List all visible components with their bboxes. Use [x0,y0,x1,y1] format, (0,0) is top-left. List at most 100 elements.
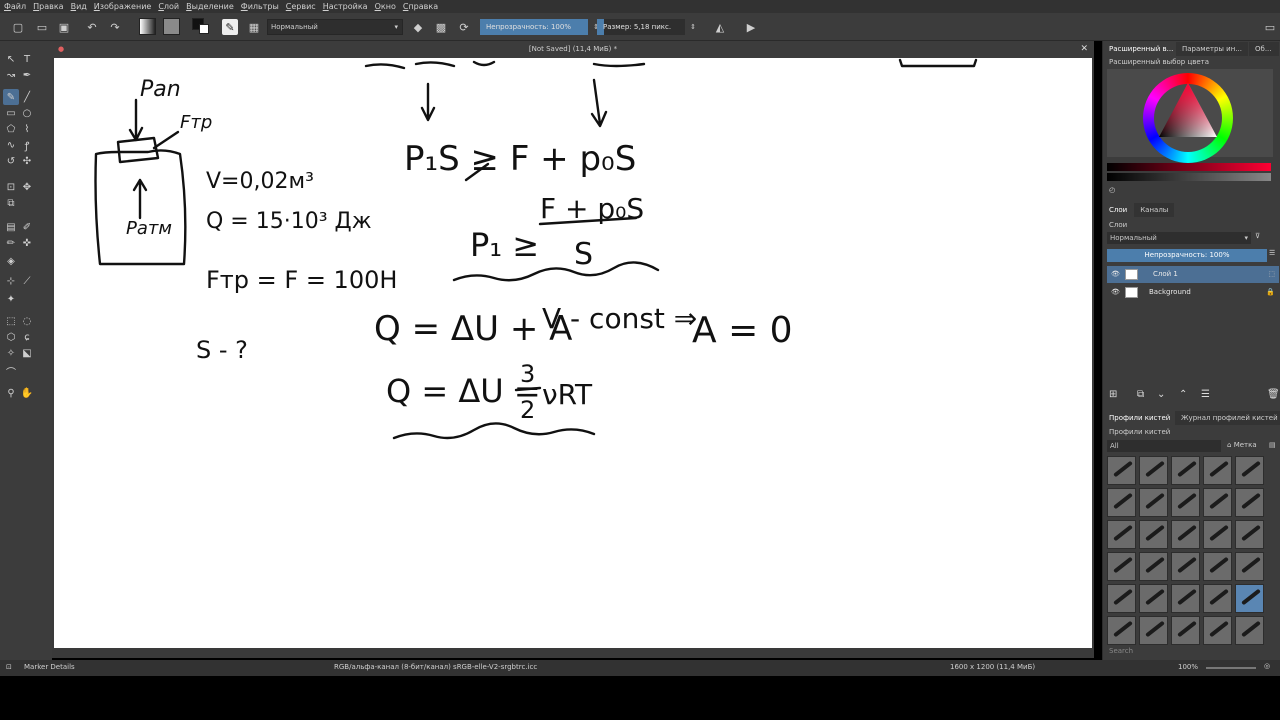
brush-preset-tile[interactable] [1107,520,1136,549]
brush-preset-tile[interactable] [1235,584,1264,613]
brush-tag-button[interactable]: ⌂ Метка [1227,441,1257,449]
pan-tool-icon[interactable]: ✋ [19,385,35,401]
brush-preset-tile[interactable] [1107,552,1136,581]
brush-preset-tile[interactable] [1171,616,1200,645]
background-color-swatch[interactable] [199,24,209,34]
color-picker-icon[interactable]: ✐ [19,219,35,235]
add-layer-icon[interactable]: ⊞ [1109,389,1117,400]
menu-view[interactable]: Вид [71,2,87,11]
layer-blend-select[interactable]: Нормальный ▾ [1107,232,1251,244]
brush-preset-tile[interactable] [1171,584,1200,613]
brush-preset-tile[interactable] [1107,488,1136,517]
close-document-icon[interactable]: ✕ [1080,41,1088,58]
move-up-icon[interactable]: ⌃ [1179,389,1187,400]
drawing-canvas[interactable]: Pan Fтр Pатм V=0,02м³ Q = 15·10³ Дж Fтр … [54,58,1092,648]
menu-help[interactable]: Справка [403,2,438,11]
brush-preset-tile[interactable] [1235,552,1264,581]
move-tool-icon[interactable]: ✥ [19,179,35,195]
menu-tools[interactable]: Сервис [286,2,316,11]
new-document-icon[interactable]: ▢ [10,19,26,35]
reload-preset-icon[interactable]: ⟳ [456,19,472,35]
visibility-eye-icon[interactable]: 👁 [1111,284,1120,301]
transform-tool-icon[interactable]: ⧉ [3,195,19,211]
tab-advanced-color[interactable]: Расширенный в... [1103,42,1175,56]
tab-layers[interactable]: Слои [1103,203,1134,217]
freehand-path-icon[interactable]: ꝭ [19,137,35,153]
layer-lock-icon[interactable]: 🔒 [1266,284,1275,301]
tab-brush-history[interactable]: Журнал профилей кистей [1175,411,1280,425]
smart-patch-icon[interactable]: ✜ [19,235,35,251]
select-shapes-icon[interactable]: ↖ [3,51,19,67]
polygon-select-icon[interactable]: ⬡ [3,329,19,345]
open-document-icon[interactable]: ▭ [34,19,50,35]
rotate-icon[interactable]: ◎ [1264,662,1270,670]
similar-select-icon[interactable]: ⬕ [19,345,35,361]
save-icon[interactable]: ▣ [56,19,72,35]
brush-preset-tile[interactable] [1203,456,1232,485]
brush-preset-tile[interactable] [1139,488,1168,517]
brush-preset-tile[interactable] [1171,456,1200,485]
brush-preset-tile[interactable] [1139,616,1168,645]
opacity-slider[interactable]: Непрозрачность: 100% [480,19,588,35]
brush-preset-tile[interactable] [1203,552,1232,581]
value-slider[interactable] [1107,163,1271,171]
colorize-mask-icon[interactable]: ✏ [3,235,19,251]
measure-tool-icon[interactable]: ⟋ [19,273,35,289]
rect-select-icon[interactable]: ⬚ [3,313,19,329]
brush-preset-tile[interactable] [1203,488,1232,517]
grid-icon[interactable]: ▦ [246,19,262,35]
tab-channels[interactable]: Каналы [1134,203,1175,217]
menu-file[interactable]: Файл [4,2,26,11]
bezier-tool-icon[interactable]: ∿ [3,137,19,153]
redo-icon[interactable]: ↷ [107,19,123,35]
size-stepper-icon[interactable]: ⇕ [685,19,701,35]
layer-row-background[interactable]: 👁 Background 🔒 [1107,284,1279,301]
eraser-mode-icon[interactable]: ◆ [410,19,426,35]
pattern-swatch[interactable] [163,18,180,35]
blend-mode-select[interactable]: Нормальный ▾ [267,19,403,35]
brush-preset-tile[interactable] [1171,488,1200,517]
layer-opacity-slider[interactable]: Непрозрачность: 100% [1107,249,1267,262]
rectangle-tool-icon[interactable]: ▭ [3,105,19,121]
alpha-lock-icon[interactable]: ▩ [433,19,449,35]
tab-overview[interactable]: Об... [1249,42,1279,56]
move-down-icon[interactable]: ⌄ [1157,389,1165,400]
brush-preset-tile[interactable] [1139,584,1168,613]
brush-tag-filter[interactable]: All [1107,440,1221,452]
zoom-tool-icon[interactable]: ⚲ [3,385,19,401]
duplicate-layer-icon[interactable]: ⧉ [1137,389,1144,400]
saturation-triangle[interactable] [1155,81,1221,141]
undo-icon[interactable]: ↶ [84,19,100,35]
zoom-slider[interactable] [1206,667,1256,669]
polygon-tool-icon[interactable]: ⬠ [3,121,19,137]
menu-layer[interactable]: Слой [158,2,179,11]
mirror-vertical-icon[interactable]: ▶ [743,19,759,35]
line-tool-icon[interactable]: ╱ [19,89,35,105]
tab-tool-options[interactable]: Параметры ин... [1176,42,1248,56]
gradient-tool-icon[interactable]: ▤ [3,219,19,235]
brush-view-icon[interactable]: ▤ [1269,441,1276,449]
polyline-tool-icon[interactable]: ⌇ [19,121,35,137]
hue-ring[interactable] [1143,73,1233,163]
ellipse-tool-icon[interactable]: ○ [19,105,35,121]
crop-tool-icon[interactable]: ⊡ [3,179,19,195]
brush-preset-tile[interactable] [1107,584,1136,613]
brush-preset-tile[interactable] [1171,520,1200,549]
menu-settings[interactable]: Настройка [323,2,368,11]
layer-lock-icon[interactable]: ⬚ [1268,266,1275,283]
brush-preset-tile[interactable] [1235,616,1264,645]
brush-preset-tile[interactable] [1171,552,1200,581]
layer-properties-icon[interactable]: ☰ [1269,249,1275,257]
menu-select[interactable]: Выделение [186,2,234,11]
contiguous-select-icon[interactable]: ✧ [3,345,19,361]
dynamic-brush-icon[interactable]: ↺ [3,153,19,169]
mirror-horizontal-icon[interactable]: ◭ [712,19,728,35]
layer-menu-icon[interactable]: ☰ [1201,389,1210,400]
ellipse-select-icon[interactable]: ◌ [19,313,35,329]
brush-search-input[interactable]: Search [1109,647,1133,655]
window-icon[interactable]: ▭ [1262,19,1278,35]
size-slider[interactable]: Размер: 5,18 пикс. [597,19,685,35]
delete-layer-icon[interactable]: 🗑 [1267,389,1280,400]
calligraphy-icon[interactable]: ✒ [19,67,35,83]
brush-preset-tile[interactable] [1107,456,1136,485]
